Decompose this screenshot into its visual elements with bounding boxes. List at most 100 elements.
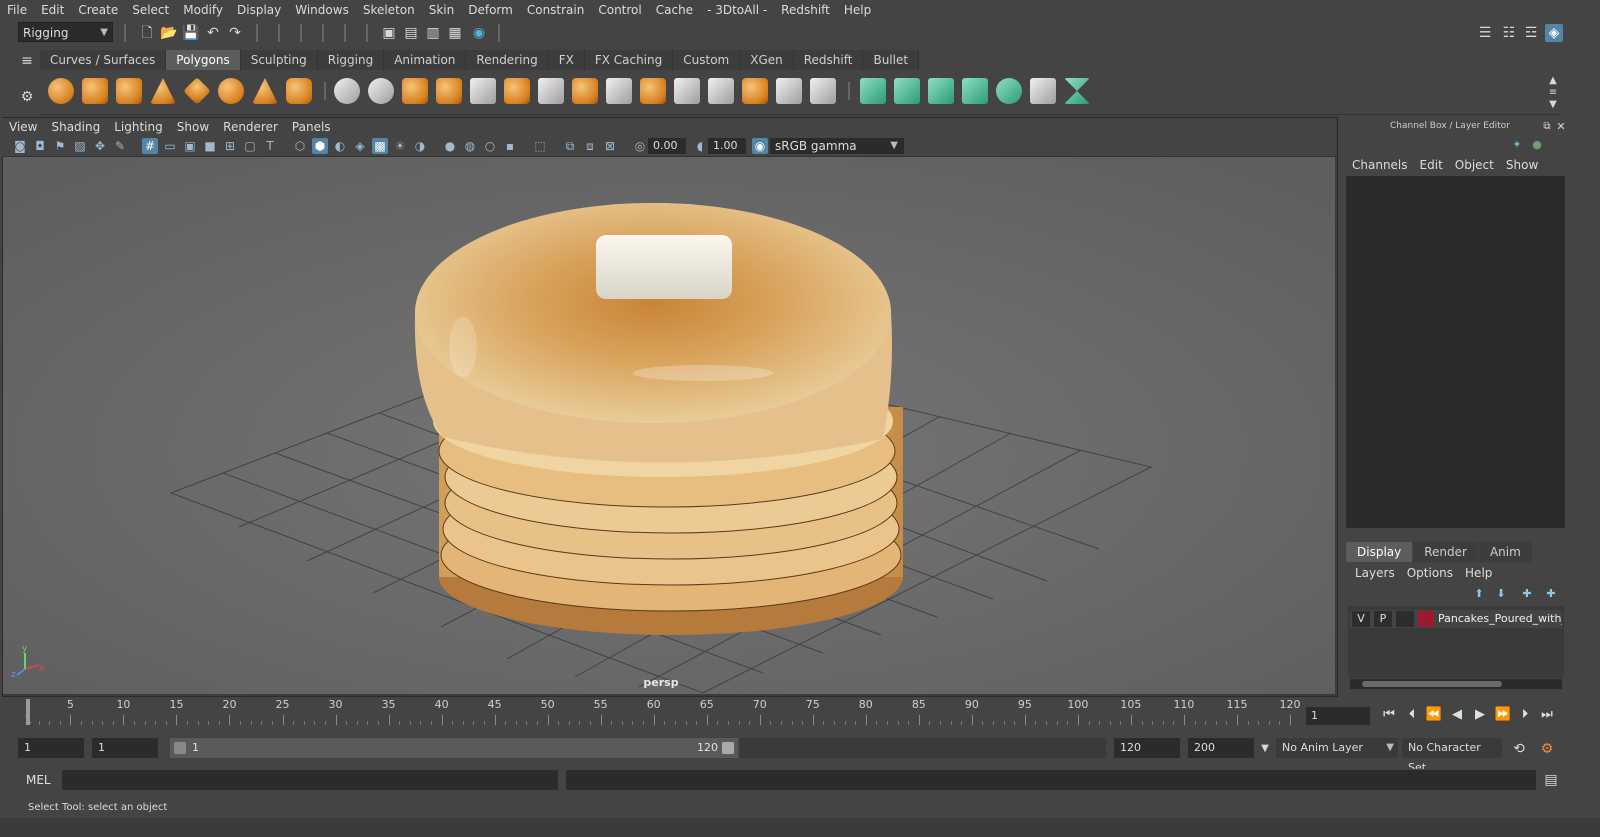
layer-row[interactable]: V P Pancakes_Poured_with_I — [1350, 610, 1562, 628]
time-slider[interactable]: 5 10 15 20 25 30 35 40 45 50 55 60 65 70 75 80 85 90 95 100… — [18, 697, 1302, 729]
tab-rigging[interactable]: Rigging — [317, 50, 385, 70]
tab-render[interactable]: Render — [1413, 542, 1478, 562]
menu-cache[interactable]: Cache — [649, 3, 700, 17]
move-layer-down-icon[interactable]: ⬇ — [1492, 585, 1510, 603]
checker-map-icon[interactable] — [1030, 78, 1056, 104]
menu-windows[interactable]: Windows — [288, 3, 356, 17]
anim-layer-dropdown[interactable]: No Anim Layer ▼ — [1276, 738, 1398, 758]
cut-uv-icon[interactable] — [1064, 78, 1090, 104]
step-back-frame-icon[interactable]: ⏴ — [1403, 706, 1421, 724]
cylindrical-map-icon[interactable] — [928, 78, 954, 104]
menu-help[interactable]: Help — [837, 3, 878, 17]
tab-display[interactable]: Display — [1346, 542, 1413, 562]
depth-of-field-icon[interactable]: ▪ — [502, 138, 518, 154]
automatic-map-icon[interactable] — [962, 78, 988, 104]
play-forwards-icon[interactable]: ▶ — [1471, 706, 1489, 724]
new-layer-icon[interactable]: ✚ — [1518, 585, 1536, 603]
tab-polygons[interactable]: Polygons — [166, 50, 241, 70]
channel-box-speed-icon[interactable]: ● — [1528, 136, 1546, 154]
menuset-dropdown[interactable]: Rigging ▼ — [18, 22, 113, 42]
ipr-render-icon[interactable]: ▥ — [424, 24, 442, 42]
menu-edit[interactable]: Edit — [34, 3, 71, 17]
poly-torus-icon[interactable] — [218, 78, 244, 104]
menu-redshift[interactable]: Redshift — [774, 3, 837, 17]
grease-pencil-icon[interactable]: ✎ — [112, 138, 128, 154]
step-forward-key-icon[interactable]: ⏩ — [1494, 706, 1512, 724]
step-forward-frame-icon[interactable]: ⏵ — [1516, 706, 1534, 724]
color-management-icon[interactable]: ◉ — [752, 138, 768, 154]
command-language-toggle[interactable]: MEL — [26, 773, 51, 787]
viewport-menu-panels[interactable]: Panels — [285, 120, 338, 134]
outliner-toggle-icon[interactable]: ☷ — [1500, 24, 1518, 42]
current-frame-field[interactable]: 1 — [1306, 707, 1370, 725]
redo-icon[interactable]: ↷ — [226, 24, 244, 42]
play-backwards-icon[interactable]: ◀ — [1448, 706, 1466, 724]
tab-fx-caching[interactable]: FX Caching — [584, 50, 674, 70]
step-back-key-icon[interactable]: ⏪ — [1425, 706, 1443, 724]
bookmark-icon[interactable]: ⚑ — [52, 138, 68, 154]
channel-box-menu-show[interactable]: Show — [1500, 158, 1544, 172]
open-scene-icon[interactable]: 📂 — [160, 24, 178, 42]
new-scene-icon[interactable]: 🗋 — [138, 24, 156, 42]
poly-pipe-icon[interactable] — [286, 78, 312, 104]
extrude-icon[interactable] — [504, 78, 530, 104]
menu-select[interactable]: Select — [125, 3, 176, 17]
menu-modify[interactable]: Modify — [176, 3, 230, 17]
viewport-menu-renderer[interactable]: Renderer — [216, 120, 285, 134]
poly-cube-icon[interactable] — [82, 78, 108, 104]
menu-constrain[interactable]: Constrain — [520, 3, 592, 17]
channel-box-display-icon[interactable]: ✦ — [1508, 136, 1526, 154]
playback-end-field[interactable]: 120 — [1114, 738, 1180, 758]
chevron-down-icon[interactable]: ▼ — [1256, 740, 1274, 758]
poly-plane-icon[interactable] — [183, 77, 211, 105]
viewport-menu-show[interactable]: Show — [170, 120, 216, 134]
target-weld-icon[interactable] — [572, 78, 598, 104]
film-gate-icon[interactable]: ▭ — [162, 138, 178, 154]
playback-start-field[interactable]: 1 — [92, 738, 158, 758]
go-to-start-icon[interactable]: ⏮ — [1380, 706, 1398, 724]
2d-pan-zoom-icon[interactable]: ✥ — [92, 138, 108, 154]
poly-cone-icon[interactable] — [150, 78, 176, 104]
color-space-dropdown[interactable]: sRGB gamma ▼ — [770, 138, 904, 154]
gamma-field[interactable]: 1.00 — [708, 138, 746, 154]
smooth-shade-icon[interactable]: ⬢ — [312, 138, 328, 154]
tab-anim[interactable]: Anim — [1478, 542, 1532, 562]
bevel-icon[interactable] — [470, 78, 496, 104]
viewport-menu-lighting[interactable]: Lighting — [107, 120, 170, 134]
menu-create[interactable]: Create — [71, 3, 125, 17]
merge-icon[interactable] — [606, 78, 632, 104]
go-to-end-icon[interactable]: ⏭ — [1538, 706, 1556, 724]
menu-file[interactable]: File — [0, 3, 34, 17]
menu-deform[interactable]: Deform — [461, 3, 520, 17]
layer-playback-toggle[interactable]: P — [1374, 611, 1392, 627]
xray-icon[interactable]: ◈ — [352, 138, 368, 154]
textured-icon[interactable]: ▩ — [372, 138, 388, 154]
shelf-menu-icon[interactable]: ≡ — [18, 52, 36, 70]
layer-menu-options[interactable]: Options — [1401, 566, 1459, 580]
save-scene-icon[interactable]: 💾 — [182, 24, 200, 42]
command-input[interactable] — [62, 770, 558, 790]
combine-icon[interactable] — [334, 78, 360, 104]
close-icon[interactable]: ✕ — [1552, 118, 1570, 136]
new-layer-selected-icon[interactable]: ✚ — [1542, 585, 1560, 603]
viewport-menu-view[interactable]: View — [2, 120, 44, 134]
safe-title-icon[interactable]: T — [262, 138, 278, 154]
isolate-select-icon[interactable]: ⬚ — [532, 138, 548, 154]
wireframe-on-shaded-icon[interactable]: ◐ — [332, 138, 348, 154]
mirror-icon[interactable] — [402, 78, 428, 104]
poly-sphere-icon[interactable] — [48, 78, 74, 104]
hypershade-icon[interactable]: ◉ — [470, 24, 488, 42]
shadows-icon[interactable]: ◑ — [412, 138, 428, 154]
tab-custom[interactable]: Custom — [673, 50, 741, 70]
current-time-indicator[interactable] — [26, 699, 30, 725]
workspace-icon[interactable]: ☰ — [1476, 24, 1494, 42]
fill-hole-icon[interactable] — [810, 78, 836, 104]
tab-curves-surfaces[interactable]: Curves / Surfaces — [40, 50, 167, 70]
render-settings-icon[interactable]: ▦ — [446, 24, 464, 42]
planar-map-icon[interactable] — [894, 78, 920, 104]
tab-redshift[interactable]: Redshift — [793, 50, 864, 70]
tab-sculpting[interactable]: Sculpting — [240, 50, 318, 70]
resolution-gate-icon[interactable]: ▣ — [182, 138, 198, 154]
xray-joints-icon[interactable]: ⧉ — [562, 138, 578, 154]
shelf-scroll-down-icon[interactable]: ▼ — [1544, 96, 1562, 114]
